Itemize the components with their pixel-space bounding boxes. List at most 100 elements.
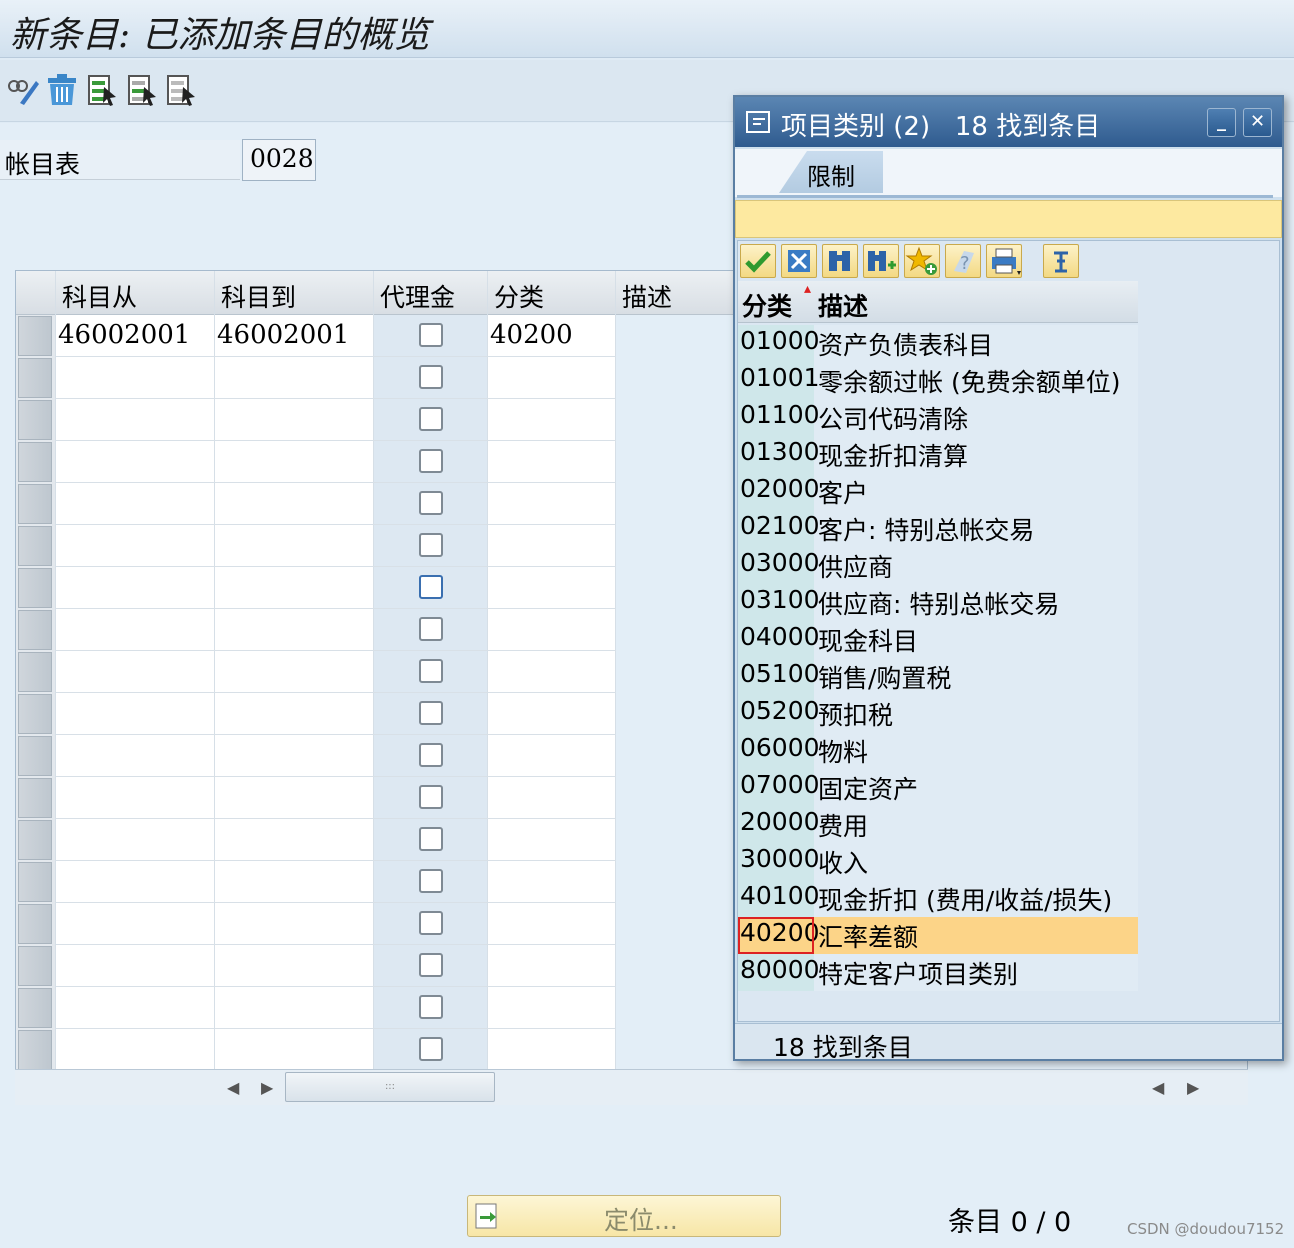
cell-account-from[interactable] <box>56 441 215 483</box>
cell-account-to[interactable] <box>215 735 374 777</box>
cell-account-to[interactable] <box>215 483 374 525</box>
cell-class[interactable] <box>488 1029 616 1071</box>
cell-account-from[interactable] <box>56 651 215 693</box>
scroll-right-icon[interactable]: ▶ <box>261 1078 273 1097</box>
print-icon[interactable] <box>986 244 1022 278</box>
agent-checkbox[interactable] <box>419 449 443 473</box>
agent-checkbox[interactable] <box>419 995 443 1019</box>
scroll-right-icon-2[interactable]: ▶ <box>1187 1078 1199 1097</box>
row-selector[interactable] <box>18 610 52 650</box>
add-favorite-icon[interactable] <box>904 244 940 278</box>
cell-class[interactable] <box>488 987 616 1029</box>
cell-account-from[interactable]: 46002001 <box>56 315 215 357</box>
change-icon[interactable] <box>6 73 40 107</box>
row-selector[interactable] <box>18 526 52 566</box>
result-row[interactable]: 02100 客户: 特别总帐交易 <box>738 510 1138 547</box>
agent-checkbox[interactable] <box>419 323 443 347</box>
row-selector[interactable] <box>18 862 52 902</box>
confirm-icon[interactable] <box>740 244 776 278</box>
cell-class[interactable] <box>488 399 616 441</box>
row-selector[interactable] <box>18 694 52 734</box>
cell-account-from[interactable] <box>56 735 215 777</box>
delete-icon[interactable] <box>45 73 79 107</box>
tab-restrictions[interactable]: 限制 <box>779 151 883 193</box>
close-icon[interactable]: ✕ <box>1243 108 1272 137</box>
scroll-thumb[interactable]: ::: <box>285 1072 495 1102</box>
result-row[interactable]: 30000 收入 <box>738 843 1138 880</box>
select-all-icon[interactable] <box>86 73 120 107</box>
cell-account-to[interactable] <box>215 861 374 903</box>
scroll-left-icon-2[interactable]: ◀ <box>1152 1078 1164 1097</box>
row-selector[interactable] <box>18 316 52 356</box>
info-icon[interactable]: ? <box>945 244 981 278</box>
cell-class[interactable] <box>488 357 616 399</box>
row-selector[interactable] <box>18 904 52 944</box>
cell-class[interactable] <box>488 945 616 987</box>
result-row[interactable]: 04000 现金科目 <box>738 621 1138 658</box>
result-row[interactable]: 40200 汇率差额 <box>738 917 1138 954</box>
agent-checkbox[interactable] <box>419 659 443 683</box>
row-selector[interactable] <box>18 946 52 986</box>
cell-class[interactable] <box>488 861 616 903</box>
minimize-icon[interactable]: _ <box>1207 108 1236 137</box>
result-row[interactable]: 40100 现金折扣 (费用/收益/损失) <box>738 880 1138 917</box>
chart-of-accounts-field[interactable]: 0028 <box>242 139 316 181</box>
result-row[interactable]: 07000 固定资产 <box>738 769 1138 806</box>
find-icon[interactable] <box>822 244 858 278</box>
locate-button[interactable]: 定位... <box>467 1195 781 1237</box>
cell-class[interactable] <box>488 525 616 567</box>
cell-account-to[interactable] <box>215 441 374 483</box>
cell-class[interactable] <box>488 441 616 483</box>
agent-checkbox[interactable] <box>419 869 443 893</box>
cell-account-to[interactable] <box>215 777 374 819</box>
cell-account-to[interactable] <box>215 819 374 861</box>
cell-class[interactable] <box>488 567 616 609</box>
row-selector[interactable] <box>18 820 52 860</box>
cell-account-from[interactable] <box>56 1029 215 1071</box>
row-selector[interactable] <box>18 442 52 482</box>
agent-checkbox[interactable] <box>419 491 443 515</box>
row-selector[interactable] <box>18 736 52 776</box>
result-row[interactable]: 01300 现金折扣清算 <box>738 436 1138 473</box>
cell-class[interactable] <box>488 483 616 525</box>
result-row[interactable]: 80000 特定客户项目类别 <box>738 954 1138 991</box>
result-row[interactable]: 03100 供应商: 特别总帐交易 <box>738 584 1138 621</box>
row-selector[interactable] <box>18 568 52 608</box>
cell-account-from[interactable] <box>56 987 215 1029</box>
cell-account-from[interactable] <box>56 567 215 609</box>
cell-account-to[interactable]: 46002001 <box>215 315 374 357</box>
cell-account-to[interactable] <box>215 987 374 1029</box>
cell-account-from[interactable] <box>56 903 215 945</box>
horizontal-scrollbar[interactable]: ◀ ▶ ::: ◀ ▶ <box>15 1069 1248 1105</box>
cell-account-from[interactable] <box>56 693 215 735</box>
row-selector[interactable] <box>18 778 52 818</box>
result-row[interactable]: 02000 客户 <box>738 473 1138 510</box>
agent-checkbox[interactable] <box>419 365 443 389</box>
row-selector[interactable] <box>18 358 52 398</box>
cell-class[interactable] <box>488 609 616 651</box>
row-selector[interactable] <box>18 400 52 440</box>
cell-account-to[interactable] <box>215 903 374 945</box>
result-row[interactable]: 01001 零余额过帐 (免费余额单位) <box>738 362 1138 399</box>
cell-account-from[interactable] <box>56 777 215 819</box>
select-block-icon[interactable] <box>126 73 160 107</box>
row-selector[interactable] <box>18 652 52 692</box>
cancel-icon[interactable] <box>781 244 817 278</box>
row-selector[interactable] <box>18 484 52 524</box>
cell-account-from[interactable] <box>56 609 215 651</box>
cell-account-from[interactable] <box>56 945 215 987</box>
cell-account-from[interactable] <box>56 525 215 567</box>
result-row[interactable]: 05200 预扣税 <box>738 695 1138 732</box>
result-row[interactable]: 20000 费用 <box>738 806 1138 843</box>
cell-class[interactable] <box>488 903 616 945</box>
cell-account-from[interactable] <box>56 819 215 861</box>
agent-checkbox[interactable] <box>419 701 443 725</box>
cell-account-from[interactable] <box>56 483 215 525</box>
cell-account-to[interactable] <box>215 693 374 735</box>
cell-class[interactable] <box>488 819 616 861</box>
agent-checkbox[interactable] <box>419 743 443 767</box>
cell-account-to[interactable] <box>215 525 374 567</box>
result-row[interactable]: 05100 销售/购置税 <box>738 658 1138 695</box>
scroll-left-icon[interactable]: ◀ <box>227 1078 239 1097</box>
result-row[interactable]: 03000 供应商 <box>738 547 1138 584</box>
